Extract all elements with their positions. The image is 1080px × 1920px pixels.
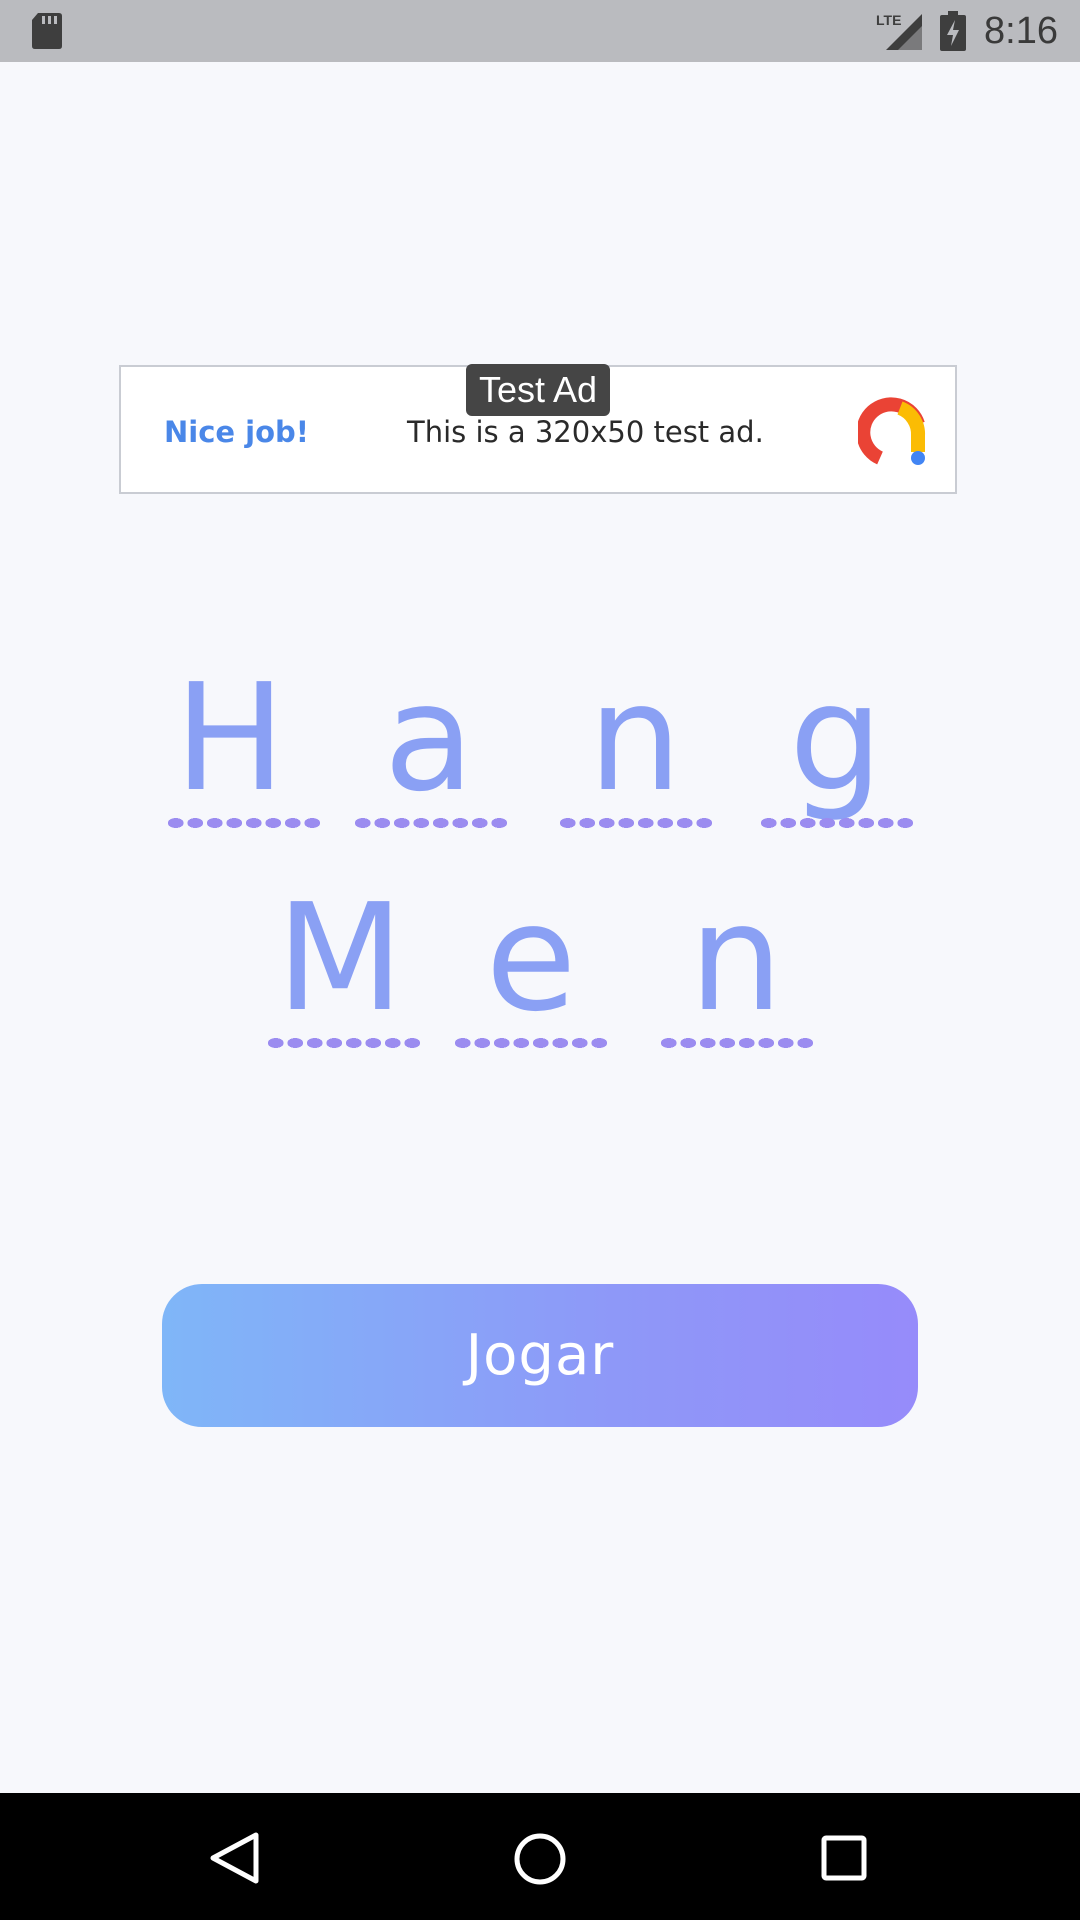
- ad-headline[interactable]: Nice job!: [164, 412, 309, 452]
- play-button[interactable]: Jogar: [162, 1284, 918, 1427]
- letter-dash: [353, 817, 507, 829]
- status-bar: LTE 8:16: [0, 0, 1080, 62]
- letter-dash: [453, 1037, 607, 1049]
- letter-dash: [266, 1037, 420, 1049]
- lte-signal-icon: LTE: [876, 12, 922, 50]
- letter-dash: [558, 817, 712, 829]
- title-letter: a: [383, 652, 475, 824]
- test-ad-tag: Test Ad: [466, 364, 610, 416]
- battery-charging-icon: [940, 11, 966, 51]
- title-letter: n: [689, 872, 783, 1044]
- letter-dash: [659, 1037, 813, 1049]
- title-letter: n: [588, 652, 682, 824]
- letter-dash: [759, 817, 913, 829]
- screen: LTE 8:16 Test Ad Nice job! This is a 320…: [0, 0, 1080, 1920]
- title-letter: g: [789, 652, 883, 824]
- title-letter: H: [174, 652, 286, 824]
- ad-logo-icon[interactable]: [858, 396, 930, 466]
- sd-card-icon: [32, 13, 62, 49]
- title-letter: e: [485, 872, 577, 1044]
- home-icon[interactable]: [513, 1832, 567, 1886]
- back-icon[interactable]: [208, 1832, 260, 1884]
- lte-label: LTE: [876, 12, 901, 28]
- title-letter: M: [276, 872, 404, 1044]
- letter-dash: [166, 817, 320, 829]
- ad-body-text[interactable]: This is a 320x50 test ad.: [407, 412, 764, 452]
- recents-icon[interactable]: [821, 1835, 867, 1881]
- status-time: 8:16: [984, 10, 1058, 52]
